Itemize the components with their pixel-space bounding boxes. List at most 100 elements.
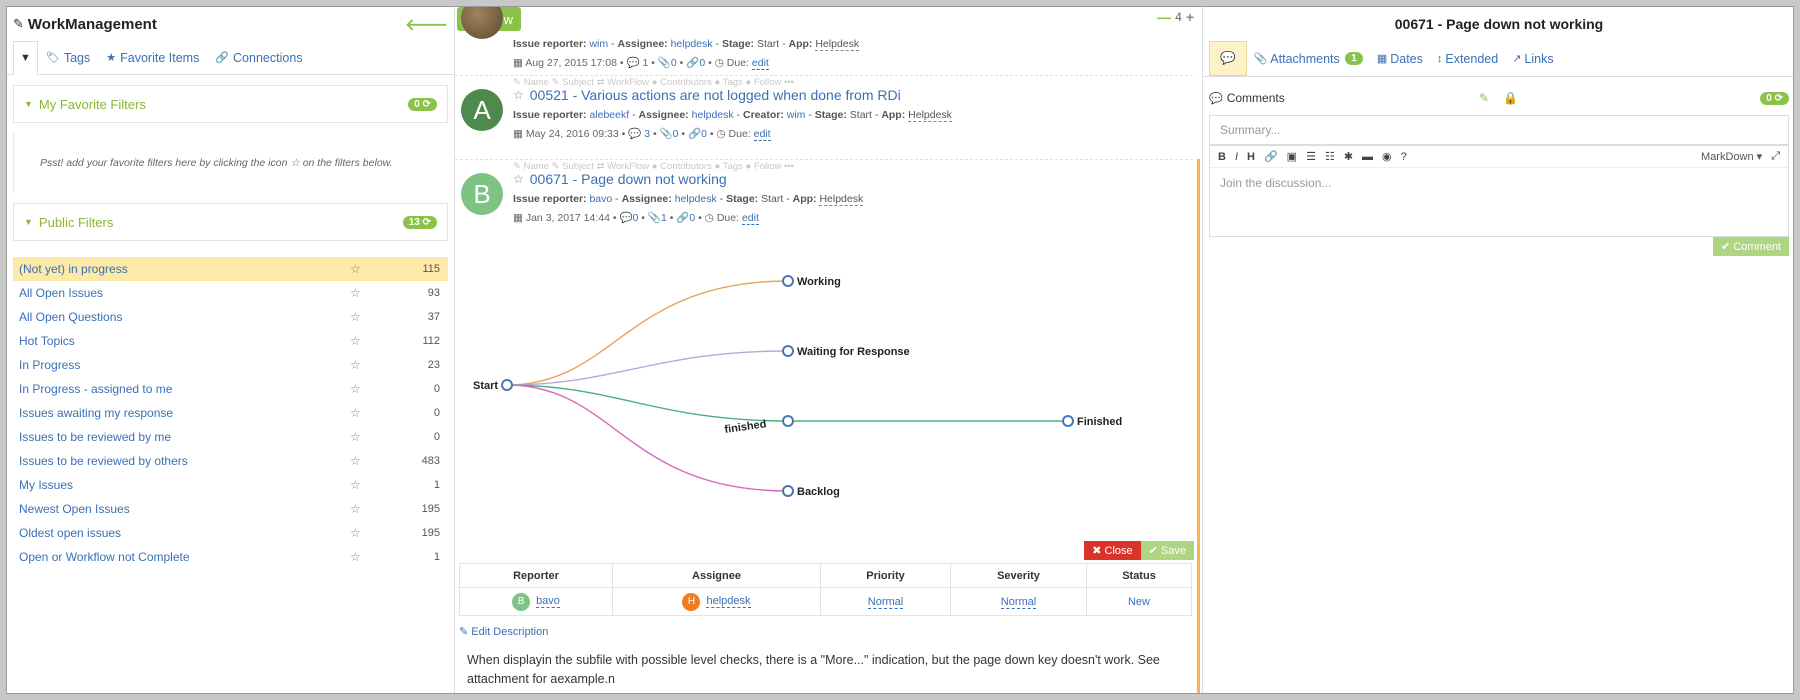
issue-item[interactable]: ✎ Name ✎ Subject ⇄ WorkFlow ● Contributo… <box>455 77 1193 159</box>
star-outline-icon[interactable]: ☆ <box>350 334 390 348</box>
issue-title[interactable]: ☆ 00671 - Page down not working <box>513 171 727 187</box>
star-outline-icon[interactable]: ☆ <box>513 88 524 102</box>
filter-row[interactable]: All Open Issues ☆ 93 <box>13 281 448 305</box>
preview-eye-icon[interactable]: ◉ <box>1382 150 1392 163</box>
workflow-node-finished-intermediate[interactable] <box>782 415 794 427</box>
filter-name[interactable]: (Not yet) in progress <box>19 262 350 276</box>
filter-row[interactable]: Oldest open issues ☆ 195 <box>13 521 448 545</box>
tab-attachments[interactable]: 📎 Attachments 1 <box>1247 41 1370 76</box>
tab-dates[interactable]: ▦ Dates <box>1370 41 1430 76</box>
numbered-list-icon[interactable]: ☷ <box>1325 150 1335 163</box>
tab-extended[interactable]: ↕ Extended <box>1430 41 1505 76</box>
filter-name[interactable]: All Open Issues <box>19 286 350 300</box>
filter-row[interactable]: (Not yet) in progress ☆ 115 <box>13 257 448 281</box>
heading-icon[interactable]: H <box>1247 151 1255 163</box>
filter-name[interactable]: Issues to be reviewed by others <box>19 454 350 468</box>
star-outline-icon[interactable]: ☆ <box>350 310 390 324</box>
comment-editor[interactable]: B I H 🔗 ▣ ☰ ☷ ✱ ▬ ◉ ? MarkDown ▾ ⤢ Join … <box>1209 145 1789 237</box>
tab-comments[interactable]: 💬 <box>1209 41 1247 76</box>
filter-name[interactable]: Issues awaiting my response <box>19 406 350 420</box>
tab-tags[interactable]: 🏷 Tags <box>38 41 98 74</box>
workflow-diagram: Start Working Waiting for Response finis… <box>473 275 1122 498</box>
filter-name[interactable]: My Issues <box>19 478 350 492</box>
filter-row[interactable]: Newest Open Issues ☆ 195 <box>13 497 448 521</box>
priority-cell[interactable]: Normal <box>820 587 951 616</box>
due-edit-link[interactable]: edit <box>753 128 771 141</box>
filter-name[interactable]: Open or Workflow not Complete <box>19 550 350 564</box>
asterisk-icon[interactable]: ✱ <box>1344 150 1353 163</box>
star-outline-icon[interactable]: ☆ <box>350 526 390 540</box>
caret-down-icon: ▼ <box>24 99 33 109</box>
save-button[interactable]: ✔ Save <box>1140 541 1194 560</box>
star-outline-icon[interactable]: ☆ <box>350 430 390 444</box>
reporter-cell[interactable]: Bbavo <box>459 587 613 616</box>
due-edit-link[interactable]: edit <box>751 57 769 70</box>
filter-name[interactable]: Oldest open issues <box>19 526 350 540</box>
assignee-cell[interactable]: Hhelpdesk <box>612 587 821 616</box>
markdown-dropdown[interactable]: MarkDown ▾ <box>1701 150 1762 163</box>
status-cell[interactable]: New <box>1086 587 1192 616</box>
bold-icon[interactable]: B <box>1218 151 1226 163</box>
comment-button[interactable]: ✔ Comment <box>1713 237 1789 256</box>
issue-item[interactable]: Issue reporter: wim - Assignee: helpdesk… <box>455 7 1193 75</box>
tab-links[interactable]: ↗ Links <box>1505 41 1560 76</box>
pencil-icon[interactable]: ✎ <box>13 16 24 32</box>
severity-cell[interactable]: Normal <box>950 587 1087 616</box>
workflow-node-waiting[interactable] <box>782 345 794 357</box>
filter-row[interactable]: Issues to be reviewed by me ☆ 0 <box>13 425 448 449</box>
filter-row[interactable]: All Open Questions ☆ 37 <box>13 305 448 329</box>
filter-row[interactable]: In Progress ☆ 23 <box>13 353 448 377</box>
italic-icon[interactable]: I <box>1235 151 1238 163</box>
filter-name[interactable]: Hot Topics <box>19 334 350 348</box>
due-edit-link[interactable]: edit <box>741 212 759 225</box>
workflow-node-working[interactable] <box>782 275 794 287</box>
discussion-textarea[interactable]: Join the discussion... <box>1210 168 1788 198</box>
filter-row[interactable]: Issues awaiting my response ☆ 0 <box>13 401 448 425</box>
tab-tags-label: Tags <box>63 50 91 65</box>
tab-filters[interactable]: ▼ <box>13 41 38 75</box>
comment-icon[interactable]: ▬ <box>1362 151 1373 163</box>
star-outline-icon[interactable]: ☆ <box>350 478 390 492</box>
tab-favorite-items[interactable]: ★ Favorite Items <box>98 41 207 74</box>
summary-input[interactable]: Summary... <box>1209 115 1789 145</box>
star-outline-icon[interactable]: ☆ <box>513 172 524 186</box>
public-filters-section[interactable]: ▼ Public Filters 13 ⟳ <box>13 203 448 241</box>
star-outline-icon[interactable]: ☆ <box>350 454 390 468</box>
filter-row[interactable]: Issues to be reviewed by others ☆ 483 <box>13 449 448 473</box>
fullscreen-icon[interactable]: ⤢ <box>1771 150 1780 163</box>
star-outline-icon[interactable]: ☆ <box>350 406 390 420</box>
tab-connections[interactable]: 🔗 Connections <box>207 41 310 74</box>
star-outline-icon[interactable]: ☆ <box>350 358 390 372</box>
workflow-node-backlog[interactable] <box>782 485 794 497</box>
workflow-node-start[interactable] <box>501 379 513 391</box>
link-icon[interactable]: 🔗 <box>1264 150 1278 163</box>
filter-row[interactable]: Open or Workflow not Complete ☆ 1 <box>13 545 448 569</box>
filter-name[interactable]: In Progress - assigned to me <box>19 382 350 396</box>
filter-row[interactable]: Hot Topics ☆ 112 <box>13 329 448 353</box>
help-icon[interactable]: ? <box>1401 151 1407 163</box>
collapse-arrow-icon[interactable]: 🡐 <box>405 14 448 35</box>
filter-name[interactable]: In Progress <box>19 358 350 372</box>
issue-title[interactable]: ☆ 00521 - Various actions are not logged… <box>513 87 901 103</box>
filter-row[interactable]: In Progress - assigned to me ☆ 0 <box>13 377 448 401</box>
close-button[interactable]: ✖ Close <box>1084 541 1141 560</box>
star-outline-icon[interactable]: ☆ <box>350 286 390 300</box>
pencil-icon[interactable]: ✎ <box>1479 91 1489 105</box>
filter-name[interactable]: Issues to be reviewed by me <box>19 430 350 444</box>
image-icon[interactable]: ▣ <box>1287 150 1297 163</box>
star-outline-icon[interactable]: ☆ <box>350 262 390 276</box>
issue-item-selected[interactable]: ✎ Name ✎ Subject ⇄ WorkFlow ● Contributo… <box>455 161 1193 241</box>
comment-icon: 💬 <box>626 57 640 69</box>
star-outline-icon[interactable]: ☆ <box>350 382 390 396</box>
filter-row[interactable]: My Issues ☆ 1 <box>13 473 448 497</box>
workflow-node-finished[interactable] <box>1062 415 1074 427</box>
favorite-filters-section[interactable]: ▼ My Favorite Filters 0 ⟳ <box>13 85 448 123</box>
comments-count: 0 ⟳ <box>1760 91 1789 105</box>
star-outline-icon[interactable]: ☆ <box>350 550 390 564</box>
star-outline-icon[interactable]: ☆ <box>350 502 390 516</box>
bullet-list-icon[interactable]: ☰ <box>1306 150 1316 163</box>
lock-icon[interactable]: 🔒 <box>1503 91 1518 105</box>
filter-name[interactable]: Newest Open Issues <box>19 502 350 516</box>
edit-description-link[interactable]: ✎ Edit Description <box>459 625 548 638</box>
filter-name[interactable]: All Open Questions <box>19 310 350 324</box>
